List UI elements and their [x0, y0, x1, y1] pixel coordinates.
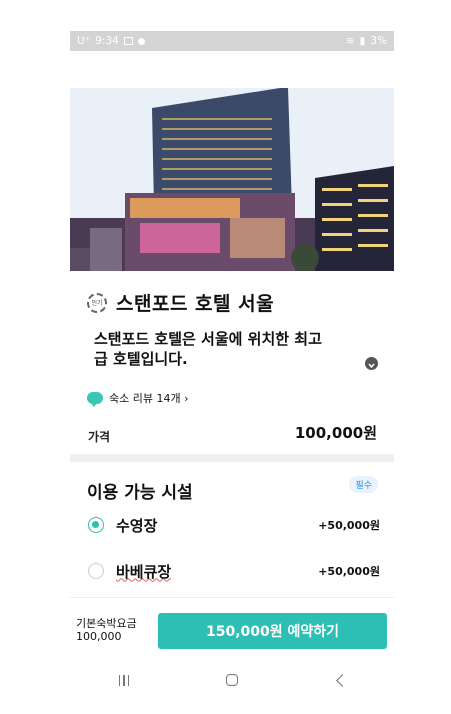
chevron-down-icon: [368, 363, 375, 369]
hotel-photo: [70, 88, 394, 271]
book-button[interactable]: 150,000원 예약하기: [158, 613, 387, 649]
facility-price: +50,000원: [318, 565, 380, 578]
back-icon: [335, 673, 349, 687]
android-nav-bar: [70, 663, 394, 697]
recents-icon: [118, 674, 130, 686]
hotel-title-row: 인기 스탠포드 호텔 서울: [87, 289, 274, 316]
gallery-icon: [123, 37, 133, 45]
base-fare-label: 기본숙박요금: [76, 617, 137, 630]
base-fare-value: 100,000: [76, 630, 122, 643]
home-icon: [226, 674, 238, 686]
battery-label: 3%: [370, 35, 387, 47]
facility-name: 바베큐장: [116, 562, 172, 581]
review-link[interactable]: 숙소 리뷰 14개 ›: [87, 390, 189, 407]
status-bar: U⁺ 9:34 ≋ ▮ 3%: [70, 31, 394, 51]
required-badge: 필수: [349, 476, 378, 493]
back-button[interactable]: [320, 670, 360, 690]
radio-button-selected[interactable]: [88, 517, 104, 533]
facility-price: +50,000원: [318, 519, 380, 532]
time-label: 9:34: [95, 35, 119, 47]
phone-screen: U⁺ 9:34 ≋ ▮ 3% 인기 스탠포드 호텔 서울 스탠포드 호텔은 서울…: [70, 31, 394, 697]
hotel-description: 스탠포드 호텔은 서울에 위치한 최고급 호텔입니다.: [94, 330, 322, 368]
signal-icon: ▮: [359, 35, 366, 47]
base-fare: 기본숙박요금 100,000: [76, 617, 137, 643]
notification-icon: [137, 37, 145, 45]
radio-button[interactable]: [88, 563, 104, 579]
recents-button[interactable]: [104, 670, 144, 690]
chat-bubble-icon: [87, 392, 103, 407]
price-label: 가격: [88, 430, 111, 444]
facility-option-pool[interactable]: 수영장 +50,000원: [88, 512, 380, 538]
popular-badge: 인기: [87, 292, 107, 313]
facilities-title: 이용 가능 시설: [87, 483, 193, 503]
footer-divider: [70, 597, 394, 598]
review-link-label: 숙소 리뷰 14개 ›: [109, 392, 189, 405]
price-value: 100,000원: [294, 424, 377, 442]
section-divider: [70, 454, 394, 462]
facility-name: 수영장: [116, 516, 158, 535]
hotel-name: 스탠포드 호텔 서울: [116, 293, 275, 315]
facility-option-bbq[interactable]: 바베큐장 +50,000원: [88, 558, 380, 584]
wifi-icon: ≋: [345, 35, 355, 47]
carrier-label: U⁺: [77, 35, 91, 47]
expand-description-button[interactable]: [365, 357, 378, 370]
home-button[interactable]: [212, 670, 252, 690]
